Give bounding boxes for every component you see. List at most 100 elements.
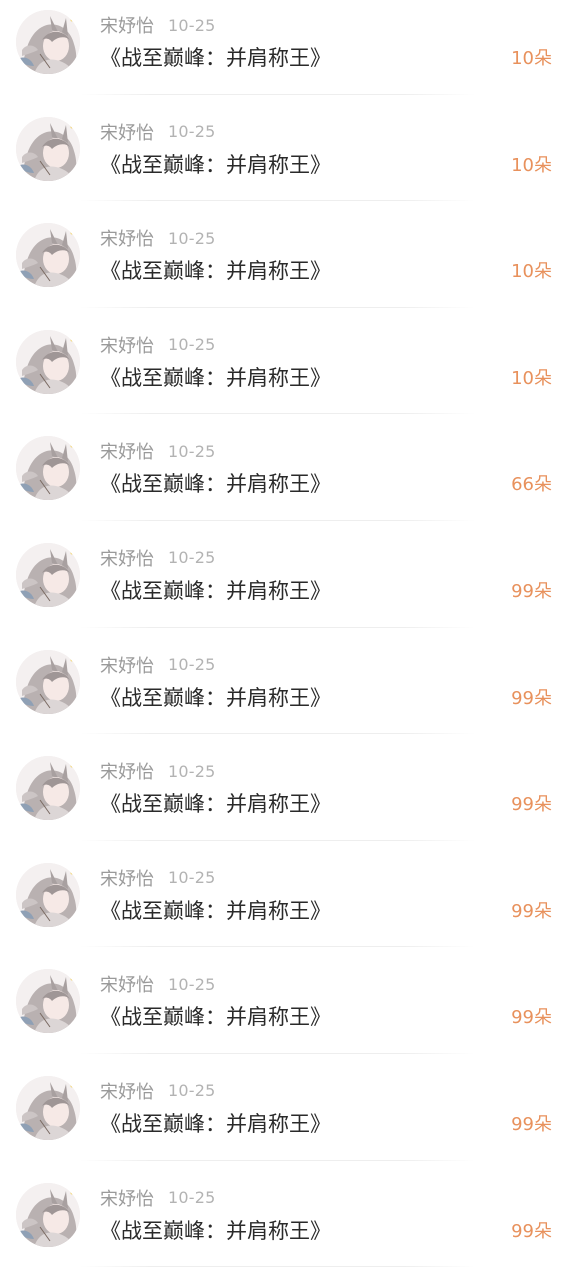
avatar[interactable] bbox=[16, 116, 80, 181]
user-name: 宋妤怡 bbox=[100, 335, 154, 357]
book-title: 《战至巅峰：并肩称王》 bbox=[100, 472, 331, 497]
anime-girl-avatar-icon bbox=[16, 223, 80, 288]
list-item[interactable]: 宋妤怡 10-25 《战至巅峰：并肩称王》 99朵 bbox=[0, 533, 571, 640]
user-name: 宋妤怡 bbox=[100, 229, 154, 251]
book-title: 《战至巅峰：并肩称王》 bbox=[100, 1111, 331, 1136]
list-item[interactable]: 宋妤怡 10-25 《战至巅峰：并肩称王》 99朵 bbox=[0, 746, 571, 853]
user-name: 宋妤怡 bbox=[100, 762, 154, 784]
gift-record-list: 宋妤怡 10-25 《战至巅峰：并肩称王》 10朵 宋妤怡 10-25 《战至巅… bbox=[0, 0, 571, 1279]
avatar[interactable] bbox=[16, 862, 80, 927]
flower-amount: 99朵 bbox=[511, 1113, 552, 1135]
list-item[interactable]: 宋妤怡 10-25 《战至巅峰：并肩称王》 10朵 bbox=[0, 320, 571, 427]
anime-girl-avatar-icon bbox=[16, 969, 80, 1034]
avatar[interactable] bbox=[16, 1182, 80, 1247]
record-date: 10-25 bbox=[168, 122, 216, 142]
book-title: 《战至巅峰：并肩称王》 bbox=[100, 792, 331, 817]
user-name: 宋妤怡 bbox=[100, 975, 154, 997]
row-divider bbox=[80, 1159, 475, 1161]
flower-amount: 99朵 bbox=[511, 794, 552, 816]
list-item[interactable]: 宋妤怡 10-25 《战至巅峰：并肩称王》 99朵 bbox=[0, 853, 571, 960]
row-divider bbox=[80, 733, 475, 735]
record-date: 10-25 bbox=[168, 1188, 216, 1208]
anime-girl-avatar-icon bbox=[16, 1182, 80, 1247]
record-meta: 宋妤怡 10-25 bbox=[100, 438, 216, 464]
anime-girl-avatar-icon bbox=[16, 542, 80, 607]
record-meta: 宋妤怡 10-25 bbox=[100, 652, 216, 678]
book-title: 《战至巅峰：并肩称王》 bbox=[100, 1005, 331, 1030]
flower-amount: 10朵 bbox=[511, 367, 552, 389]
user-name: 宋妤怡 bbox=[100, 655, 154, 677]
avatar[interactable] bbox=[16, 756, 80, 821]
record-date: 10-25 bbox=[168, 974, 216, 994]
record-date: 10-25 bbox=[168, 441, 216, 461]
list-item[interactable]: 宋妤怡 10-25 《战至巅峰：并肩称王》 10朵 bbox=[0, 213, 571, 320]
record-date: 10-25 bbox=[168, 655, 216, 675]
record-meta: 宋妤怡 10-25 bbox=[100, 1078, 216, 1104]
anime-girl-avatar-icon bbox=[16, 862, 80, 927]
flower-amount: 10朵 bbox=[511, 48, 552, 69]
list-item[interactable]: 宋妤怡 10-25 《战至巅峰：并肩称王》 99朵 bbox=[0, 1066, 571, 1173]
row-divider bbox=[80, 519, 475, 521]
flower-amount: 99朵 bbox=[511, 687, 552, 709]
row-divider bbox=[80, 946, 475, 948]
anime-girl-avatar-icon bbox=[16, 1075, 80, 1140]
record-date: 10-25 bbox=[168, 548, 216, 568]
list-item[interactable]: 宋妤怡 10-25 《战至巅峰：并肩称王》 99朵 bbox=[0, 959, 571, 1066]
row-divider bbox=[80, 1266, 475, 1268]
book-title: 《战至巅峰：并肩称王》 bbox=[100, 1218, 331, 1243]
book-title: 《战至巅峰：并肩称王》 bbox=[100, 46, 331, 70]
row-divider bbox=[80, 200, 475, 202]
list-item[interactable]: 宋妤怡 10-25 《战至巅峰：并肩称王》 10朵 bbox=[0, 0, 571, 107]
record-meta: 宋妤怡 10-25 bbox=[100, 119, 216, 145]
anime-girl-avatar-icon bbox=[16, 436, 80, 501]
user-name: 宋妤怡 bbox=[100, 1081, 154, 1103]
flower-amount: 10朵 bbox=[511, 261, 552, 283]
avatar[interactable] bbox=[16, 223, 80, 288]
avatar[interactable] bbox=[16, 1075, 80, 1140]
flower-amount: 99朵 bbox=[511, 1220, 552, 1242]
record-meta: 宋妤怡 10-25 bbox=[100, 971, 216, 997]
book-title: 《战至巅峰：并肩称王》 bbox=[100, 685, 331, 710]
flower-amount: 99朵 bbox=[511, 580, 552, 602]
record-date: 10-25 bbox=[168, 228, 216, 248]
list-item[interactable]: 宋妤怡 10-25 《战至巅峰：并肩称王》 66朵 bbox=[0, 426, 571, 533]
record-meta: 宋妤怡 10-25 bbox=[100, 758, 216, 784]
flower-amount: 10朵 bbox=[511, 154, 552, 176]
user-name: 宋妤怡 bbox=[100, 122, 154, 144]
avatar[interactable] bbox=[16, 436, 80, 501]
row-divider bbox=[80, 413, 475, 415]
row-divider bbox=[80, 626, 475, 628]
record-meta: 宋妤怡 10-25 bbox=[100, 225, 216, 251]
book-title: 《战至巅峰：并肩称王》 bbox=[100, 365, 331, 390]
user-name: 宋妤怡 bbox=[100, 548, 154, 570]
user-name: 宋妤怡 bbox=[100, 868, 154, 890]
book-title: 《战至巅峰：并肩称王》 bbox=[100, 898, 331, 923]
row-divider bbox=[80, 306, 475, 308]
avatar[interactable] bbox=[16, 329, 80, 394]
list-item[interactable]: 宋妤怡 10-25 《战至巅峰：并肩称王》 10朵 bbox=[0, 107, 571, 214]
book-title: 《战至巅峰：并肩称王》 bbox=[100, 259, 331, 284]
anime-girl-avatar-icon bbox=[16, 649, 80, 714]
row-divider bbox=[80, 1052, 475, 1054]
row-divider bbox=[80, 839, 475, 841]
book-title: 《战至巅峰：并肩称王》 bbox=[100, 152, 331, 177]
anime-girl-avatar-icon bbox=[16, 329, 80, 394]
record-date: 10-25 bbox=[168, 15, 216, 35]
record-meta: 宋妤怡 10-25 bbox=[100, 1185, 216, 1211]
user-name: 宋妤怡 bbox=[100, 16, 154, 37]
record-date: 10-25 bbox=[168, 761, 216, 781]
flower-amount: 66朵 bbox=[511, 474, 552, 496]
anime-girl-avatar-icon bbox=[16, 756, 80, 821]
user-name: 宋妤怡 bbox=[100, 442, 154, 464]
record-date: 10-25 bbox=[168, 1081, 216, 1101]
anime-girl-avatar-icon bbox=[16, 10, 80, 74]
record-date: 10-25 bbox=[168, 335, 216, 355]
avatar[interactable] bbox=[16, 649, 80, 714]
record-meta: 宋妤怡 10-25 bbox=[100, 545, 216, 571]
list-item[interactable]: 宋妤怡 10-25 《战至巅峰：并肩称王》 99朵 bbox=[0, 640, 571, 747]
record-date: 10-25 bbox=[168, 868, 216, 888]
avatar[interactable] bbox=[16, 969, 80, 1034]
avatar[interactable] bbox=[16, 542, 80, 607]
list-item[interactable]: 宋妤怡 10-25 《战至巅峰：并肩称王》 99朵 bbox=[0, 1173, 571, 1280]
avatar[interactable] bbox=[16, 10, 80, 74]
